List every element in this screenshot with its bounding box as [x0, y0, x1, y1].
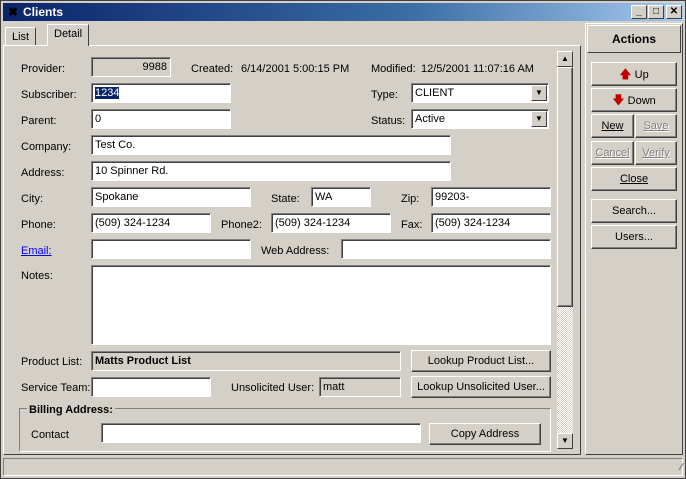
clients-window: ✖ Clients _ □ ✕ List Detail Provider: 99…: [0, 0, 686, 479]
notes-label: Notes:: [21, 270, 53, 282]
tab-list[interactable]: List: [5, 27, 37, 45]
notes-textarea[interactable]: [91, 265, 551, 345]
minimize-icon: _: [636, 6, 642, 17]
fax-input[interactable]: (509) 324-1234: [431, 213, 551, 233]
scroll-up-button[interactable]: ▲: [557, 51, 573, 67]
product-list-label: Product List:: [21, 356, 83, 368]
close-icon: ✕: [669, 6, 679, 17]
status-bar: ⁄⁄⁄: [3, 458, 683, 476]
modified-label: Modified:: [371, 63, 416, 75]
close-window-button[interactable]: ✕: [666, 5, 682, 19]
lookup-product-list-button[interactable]: Lookup Product List...: [411, 350, 551, 372]
parent-input[interactable]: 0: [91, 109, 231, 129]
state-label: State:: [271, 193, 300, 205]
subscriber-label: Subscriber:: [21, 89, 77, 101]
parent-label: Parent:: [21, 115, 57, 127]
service-team-input[interactable]: [91, 377, 211, 397]
cancel-button[interactable]: Cancel: [591, 141, 634, 165]
arrow-down-icon: ▼: [561, 436, 569, 445]
provider-label: Provider:: [21, 63, 66, 75]
fax-label: Fax:: [401, 219, 423, 231]
phone2-input[interactable]: (509) 324-1234: [271, 213, 391, 233]
up-button[interactable]: 🡅 Up: [591, 62, 677, 86]
subscriber-input[interactable]: 1234: [91, 83, 231, 103]
status-cell: [3, 458, 683, 476]
minimize-button[interactable]: _: [631, 5, 647, 19]
window-title: Clients: [23, 5, 64, 19]
users-button[interactable]: Users...: [591, 225, 677, 249]
search-button[interactable]: Search...: [591, 199, 677, 223]
provider-field: 9988: [91, 57, 171, 77]
chevron-down-icon[interactable]: ▼: [531, 111, 547, 127]
address-input[interactable]: 10 Spinner Rd.: [91, 161, 451, 181]
verify-button[interactable]: Verify: [635, 141, 677, 165]
down-button[interactable]: 🡇 Down: [591, 88, 677, 112]
company-input[interactable]: Test Co.: [91, 135, 451, 155]
arrow-up-icon: 🡅: [619, 67, 632, 81]
company-label: Company:: [21, 141, 72, 153]
chevron-down-icon[interactable]: ▼: [531, 85, 547, 101]
web-address-label: Web Address:: [261, 245, 330, 257]
copy-address-button[interactable]: Copy Address: [429, 423, 541, 445]
up-button-label: Up: [634, 69, 649, 81]
contact-input[interactable]: [101, 423, 421, 443]
subscriber-input-text: 1234: [95, 87, 120, 99]
new-button[interactable]: New: [591, 114, 634, 138]
phone-label: Phone:: [21, 219, 56, 231]
type-label: Type:: [371, 89, 398, 101]
arrow-down-icon: 🡇: [612, 93, 625, 107]
unsolicited-user-label: Unsolicited User:: [231, 382, 315, 394]
zip-label: Zip:: [401, 193, 420, 205]
contact-label: Contact: [31, 429, 69, 441]
tab-list-label: List: [12, 31, 30, 43]
close-button[interactable]: Close: [591, 167, 677, 191]
web-address-input[interactable]: [341, 239, 551, 259]
tab-detail-label: Detail: [54, 28, 83, 40]
save-button[interactable]: Save: [635, 114, 677, 138]
unsolicited-user-field: matt: [319, 377, 401, 397]
service-team-label: Service Team:: [21, 382, 91, 394]
product-list-field: Matts Product List: [91, 351, 401, 371]
created-label: Created:: [191, 63, 234, 75]
title-bar[interactable]: ✖ Clients _ □ ✕: [3, 3, 683, 21]
address-label: Address:: [21, 167, 65, 179]
type-select-value: CLIENT: [415, 87, 455, 99]
maximize-button[interactable]: □: [648, 5, 664, 19]
email-input[interactable]: [91, 239, 251, 259]
type-select[interactable]: CLIENT ▼: [411, 83, 549, 103]
maximize-icon: □: [652, 6, 660, 17]
status-select-value: Active: [415, 113, 445, 125]
status-select[interactable]: Active ▼: [411, 109, 549, 129]
scroll-down-button[interactable]: ▼: [557, 433, 573, 449]
actions-title: Actions: [587, 25, 681, 53]
down-button-label: Down: [627, 95, 656, 107]
app-icon: ✖: [7, 5, 19, 19]
modified-value: 12/5/2001 11:07:16 AM: [421, 63, 534, 75]
billing-address-title: Billing Address:: [27, 403, 115, 417]
zip-input[interactable]: 99203-: [431, 187, 551, 207]
scrollbar-thumb[interactable]: [557, 67, 573, 307]
state-input[interactable]: WA: [311, 187, 371, 207]
status-label: Status:: [371, 115, 406, 127]
city-label: City:: [21, 193, 43, 205]
arrow-up-icon: ▲: [561, 54, 569, 63]
email-link[interactable]: Email:: [21, 244, 52, 258]
phone-input[interactable]: (509) 324-1234: [91, 213, 211, 233]
phone2-label: Phone2:: [221, 219, 262, 231]
created-value: 6/14/2001 5:00:15 PM: [241, 63, 350, 75]
tab-detail[interactable]: Detail: [47, 24, 90, 46]
city-input[interactable]: Spokane: [91, 187, 251, 207]
lookup-unsolicited-user-button[interactable]: Lookup Unsolicited User...: [411, 376, 551, 398]
